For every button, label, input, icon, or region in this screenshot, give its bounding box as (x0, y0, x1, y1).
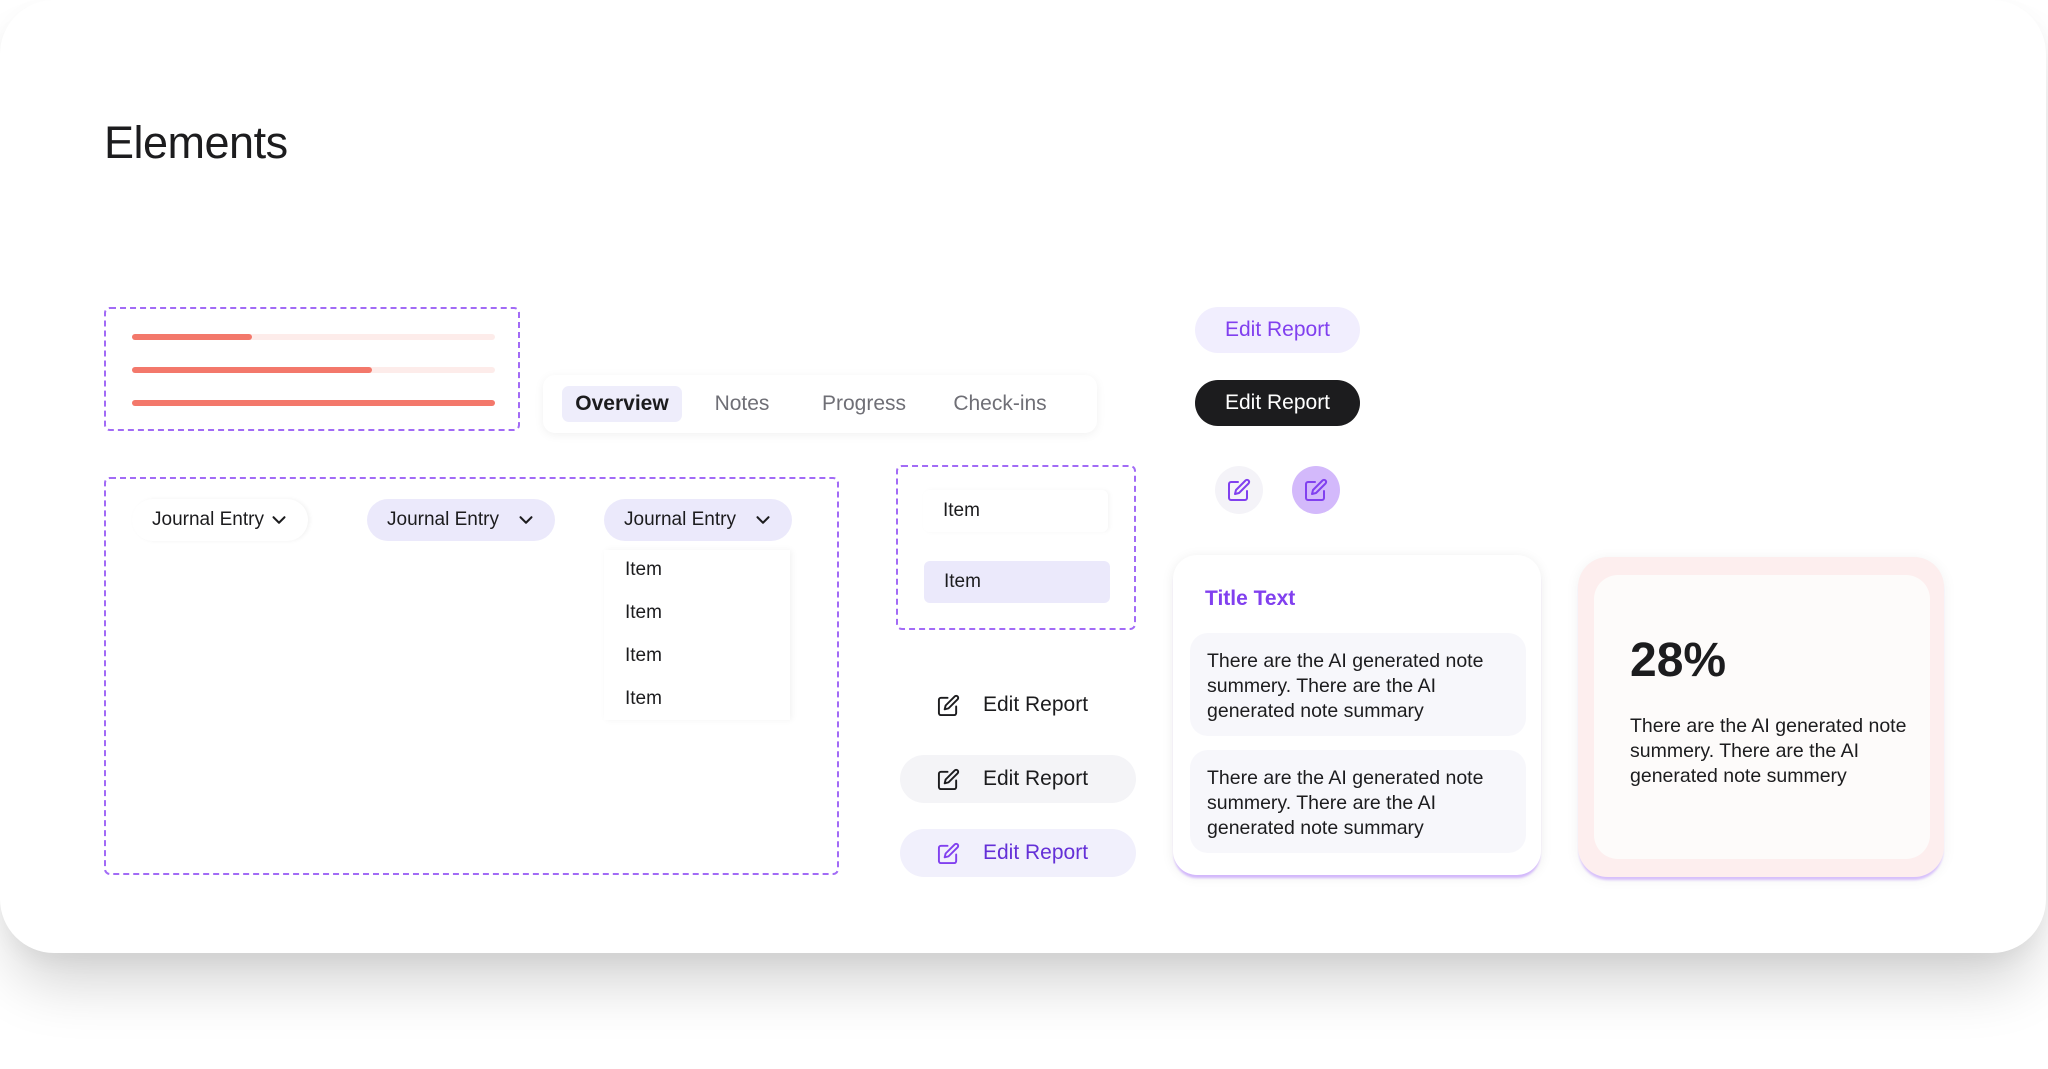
stat-description: There are the AI generated note summery.… (1630, 715, 1907, 787)
button-label: Edit Report (983, 693, 1089, 716)
chevron-down-icon (756, 516, 770, 524)
button-label: Edit Report (983, 767, 1089, 790)
list-item[interactable]: Item (923, 490, 1108, 532)
dropdown-option[interactable]: Item (625, 559, 662, 581)
tab-bar: Overview Notes Progress Check-ins (543, 375, 1097, 433)
edit-icon-button[interactable] (1215, 466, 1263, 514)
note-card: Title Text There are the AI generated no… (1173, 555, 1541, 875)
progress-fill (132, 400, 495, 406)
tab-overview[interactable]: Overview (562, 386, 682, 422)
list-group: Item Item (896, 465, 1136, 630)
journal-entry-dropdown-open[interactable]: Journal Entry (604, 499, 792, 541)
note-card-title: Title Text (1205, 587, 1296, 610)
chevron-down-icon (519, 516, 533, 524)
stat-value: 28% (1630, 634, 1727, 687)
progress-bar (132, 334, 495, 340)
note-summary-text: There are the AI generated note summery.… (1207, 767, 1484, 839)
dropdown-label: Journal Entry (152, 509, 264, 530)
edit-report-button-soft[interactable]: Edit Report (1195, 307, 1360, 353)
progress-fill (132, 334, 252, 340)
note-summary: There are the AI generated note summery.… (1190, 633, 1526, 736)
tab-check-ins[interactable]: Check-ins (945, 386, 1055, 422)
edit-icon (937, 694, 960, 717)
list-item-label: Item (943, 500, 980, 521)
tab-progress[interactable]: Progress (813, 386, 915, 422)
dropdown-option[interactable]: Item (625, 602, 662, 624)
journal-entry-dropdown[interactable]: Journal Entry (367, 499, 555, 541)
button-label: Edit Report (983, 841, 1089, 864)
edit-report-button-gray[interactable]: Edit Report (900, 755, 1136, 803)
note-summary-text: There are the AI generated note summery.… (1207, 650, 1484, 722)
tab-notes[interactable]: Notes (702, 386, 782, 422)
dropdown-label: Journal Entry (387, 509, 499, 530)
edit-icon (1305, 478, 1328, 501)
edit-report-button-plain[interactable]: Edit Report (900, 681, 1136, 729)
progress-bar (132, 400, 495, 406)
page-title: Elements (104, 117, 288, 168)
journal-entry-dropdown[interactable]: Journal Entry (132, 499, 308, 541)
progress-group (104, 307, 520, 431)
progress-fill (132, 367, 372, 373)
dropdown-option[interactable]: Item (625, 645, 662, 667)
edit-icon (1228, 478, 1251, 501)
note-summary: There are the AI generated note summery.… (1190, 750, 1526, 853)
list-item-selected[interactable]: Item (924, 561, 1110, 603)
stat-card-body: 28% There are the AI generated note summ… (1594, 575, 1930, 859)
elements-panel: Elements Overview Notes Progress Check-i… (0, 0, 2046, 953)
edit-report-button-dark[interactable]: Edit Report (1195, 380, 1360, 426)
edit-icon (937, 768, 960, 791)
edit-icon (937, 842, 960, 865)
list-item-label: Item (944, 571, 981, 592)
dropdown-option[interactable]: Item (625, 688, 662, 710)
dropdown-label: Journal Entry (624, 509, 736, 530)
progress-bar (132, 367, 495, 373)
stat-card: 28% There are the AI generated note summ… (1578, 557, 1944, 877)
edit-report-button-accent[interactable]: Edit Report (900, 829, 1136, 877)
chevron-down-icon (272, 516, 286, 524)
edit-icon-button-active[interactable] (1292, 466, 1340, 514)
dropdown-menu: Item Item Item Item (604, 550, 790, 720)
